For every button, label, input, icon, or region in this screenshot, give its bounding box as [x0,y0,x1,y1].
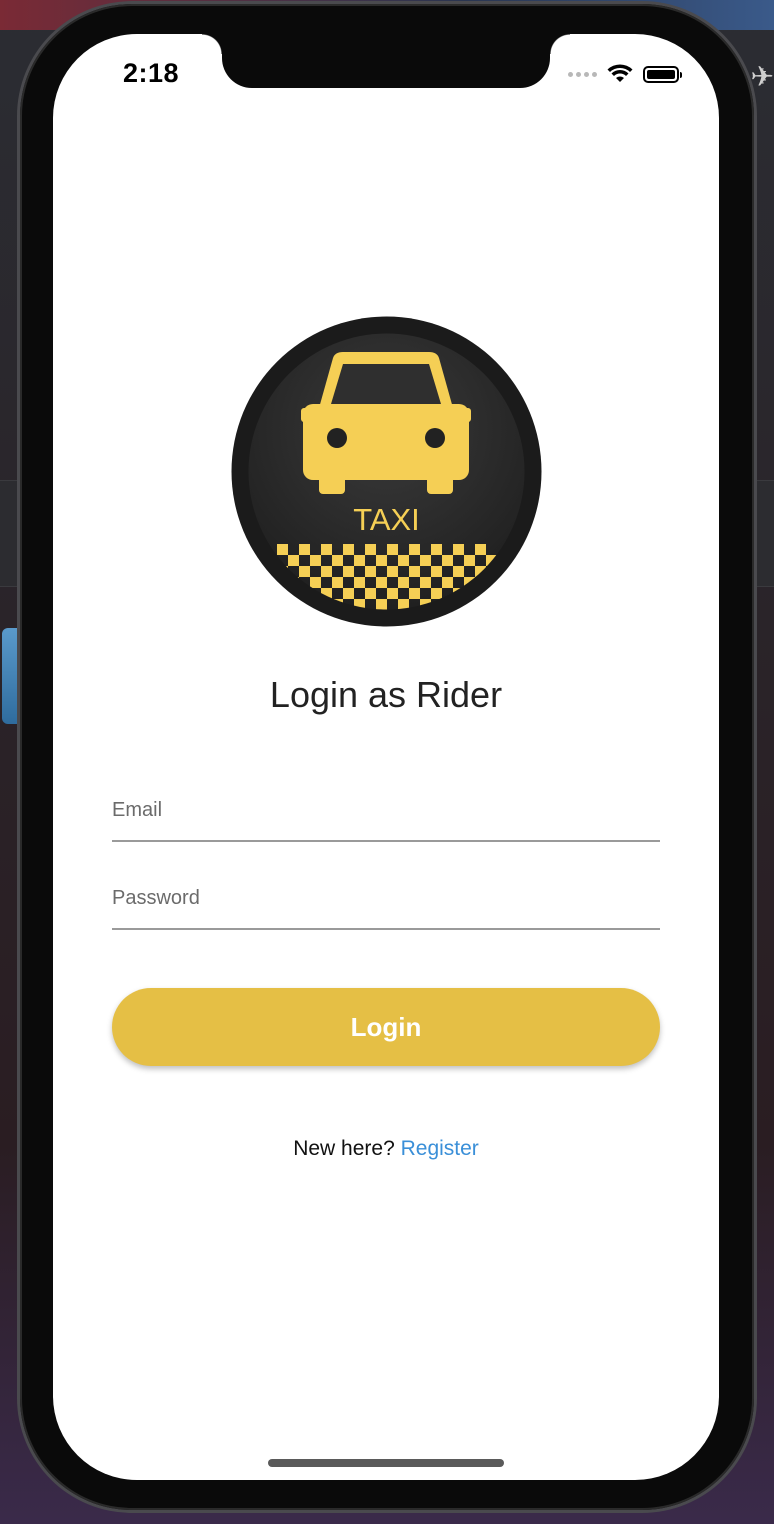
email-field-wrapper [112,799,660,842]
password-field-wrapper [112,887,660,930]
home-indicator[interactable] [268,1459,504,1467]
status-icons [568,64,682,84]
status-time: 2:18 [123,58,180,88]
phone-frame: 2:18 TAXI Login as Rider Email Login New… [20,4,754,1510]
login-button[interactable]: Login [112,988,660,1066]
password-field[interactable] [112,887,660,930]
battery-icon [643,65,682,83]
page-title: Login as Rider [269,674,503,715]
email-field[interactable] [112,799,660,842]
notch [202,34,570,88]
register-link[interactable]: Register [401,1137,479,1160]
signal-icon [568,71,597,77]
wifi-icon [607,64,633,82]
taxi-logo: TAXI [231,316,542,627]
app-screen: 2:18 TAXI Login as Rider Email Login New… [53,34,719,1480]
logo-text: TAXI [353,502,420,537]
register-prompt-text: New here? [293,1137,401,1160]
register-prompt: New here? Register [53,1137,719,1161]
